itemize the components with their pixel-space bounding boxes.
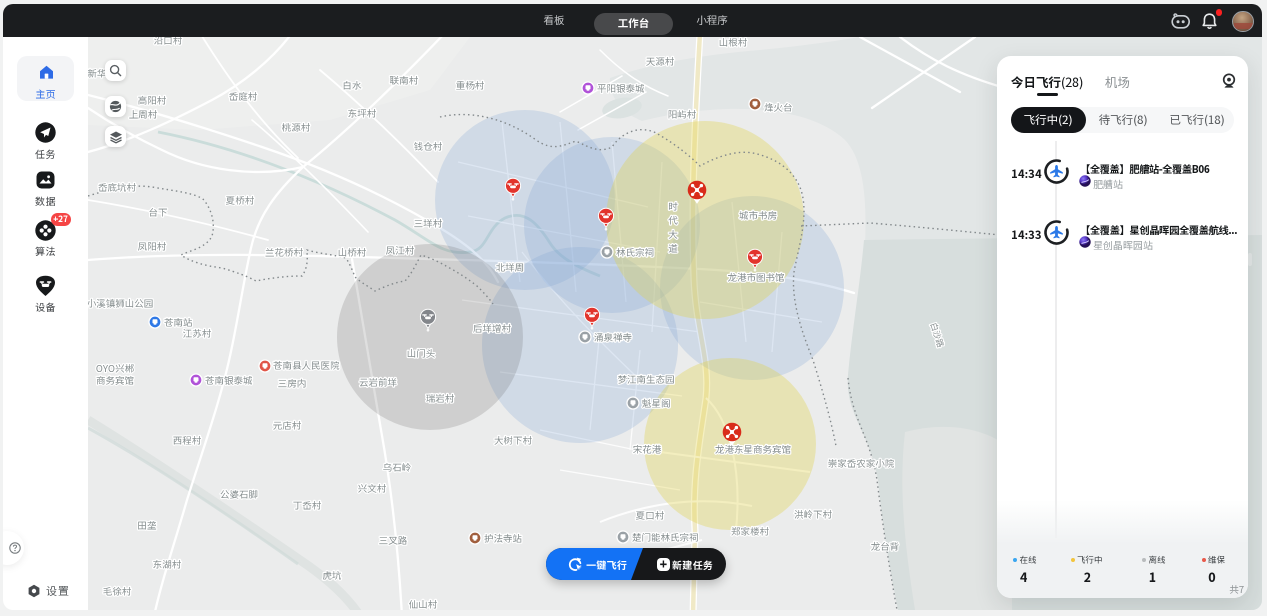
svg-text:商务宾馆: 商务宾馆 [96, 373, 134, 387]
svg-text:梦江南生态园: 梦江南生态园 [617, 372, 674, 386]
svg-text:时: 时 [668, 199, 678, 213]
svg-text:田垄: 田垄 [137, 518, 156, 532]
svg-text:崇家岙农家小院: 崇家岙农家小院 [828, 456, 895, 470]
svg-text:宋花港: 宋花港 [633, 442, 662, 456]
svg-text:东湖村: 东湖村 [153, 557, 182, 571]
svg-text:山桥村: 山桥村 [338, 245, 367, 259]
svg-text:苍南站: 苍南站 [164, 315, 193, 329]
svg-text:烽火台: 烽火台 [764, 100, 793, 114]
svg-text:龙台背: 龙台背 [871, 539, 900, 553]
svg-text:新华: 新华 [88, 66, 107, 80]
svg-text:毛徐村: 毛徐村 [103, 584, 132, 598]
svg-text:沿口村: 沿口村 [154, 37, 183, 47]
svg-text:山根村: 山根村 [719, 37, 748, 49]
svg-text:郑家楼村: 郑家楼村 [731, 524, 770, 538]
svg-text:兴文村: 兴文村 [358, 481, 387, 495]
svg-text:高阳村: 高阳村 [138, 93, 167, 107]
svg-text:丁岙村: 丁岙村 [293, 498, 322, 512]
svg-text:东坪村: 东坪村 [348, 106, 377, 120]
svg-text:道: 道 [668, 241, 678, 255]
svg-text:龙港市图书馆: 龙港市图书馆 [727, 270, 784, 284]
svg-text:小溪镇狮山公园: 小溪镇狮山公园 [88, 296, 153, 310]
svg-text:阳屿村: 阳屿村 [668, 107, 697, 121]
svg-text:仙山村: 仙山村 [408, 597, 438, 610]
svg-text:三叉路: 三叉路 [379, 533, 408, 547]
svg-text:大树下村: 大树下村 [494, 433, 533, 447]
svg-text:桃源村: 桃源村 [281, 120, 311, 134]
svg-text:西程村: 西程村 [173, 433, 202, 447]
svg-text:虎坑: 虎坑 [321, 568, 342, 582]
svg-text:苍南县人民医院: 苍南县人民医院 [273, 358, 340, 372]
svg-text:后垟增村: 后垟增村 [472, 321, 512, 335]
svg-text:云岩前垟: 云岩前垟 [359, 375, 397, 389]
svg-text:兰花桥村: 兰花桥村 [265, 245, 304, 259]
svg-text:平阳银泰城: 平阳银泰城 [597, 81, 645, 95]
svg-text:城市书房: 城市书房 [739, 208, 777, 222]
svg-text:魁星阁: 魁星阁 [642, 396, 671, 410]
svg-text:山门头: 山门头 [407, 346, 436, 360]
svg-text:台下: 台下 [148, 205, 168, 219]
svg-text:林氏宗祠: 林氏宗祠 [616, 245, 654, 259]
svg-text:岙庭村: 岙庭村 [229, 89, 258, 103]
svg-text:代: 代 [668, 213, 678, 227]
svg-text:钱仓村: 钱仓村 [414, 139, 443, 153]
svg-text:楚门能林氏宗祠: 楚门能林氏宗祠 [632, 530, 699, 544]
svg-text:凤阳村: 凤阳村 [137, 239, 167, 253]
svg-text:夏桥村: 夏桥村 [226, 193, 255, 207]
svg-text:三房内: 三房内 [278, 376, 307, 390]
svg-text:重杨村: 重杨村 [456, 78, 485, 92]
svg-text:瑞岩村: 瑞岩村 [426, 391, 455, 405]
svg-text:白水: 白水 [342, 78, 362, 92]
svg-text:苍南银泰城: 苍南银泰城 [205, 373, 253, 387]
svg-text:元店村: 元店村 [273, 418, 302, 432]
svg-text:大: 大 [668, 227, 678, 241]
svg-text:天源村: 天源村 [646, 54, 675, 68]
svg-text:护法寺站: 护法寺站 [484, 531, 523, 545]
svg-text:公婆石脚: 公婆石脚 [220, 487, 258, 501]
svg-text:上周村: 上周村 [129, 107, 158, 121]
svg-text:凤江村: 凤江村 [385, 243, 415, 257]
svg-text:乌石岭: 乌石岭 [383, 460, 412, 474]
svg-text:联南村: 联南村 [390, 73, 419, 87]
svg-text:涌泉禅寺: 涌泉禅寺 [593, 330, 632, 344]
svg-text:夏口村: 夏口村 [636, 508, 665, 522]
svg-text:三垟村: 三垟村 [414, 216, 443, 230]
svg-text:北垟周: 北垟周 [496, 260, 525, 274]
svg-text:岙底坑村: 岙底坑村 [98, 180, 137, 194]
svg-text:洪岭下村: 洪岭下村 [794, 507, 833, 521]
svg-text:龙港东星商务宾馆: 龙港东星商务宾馆 [715, 442, 791, 456]
